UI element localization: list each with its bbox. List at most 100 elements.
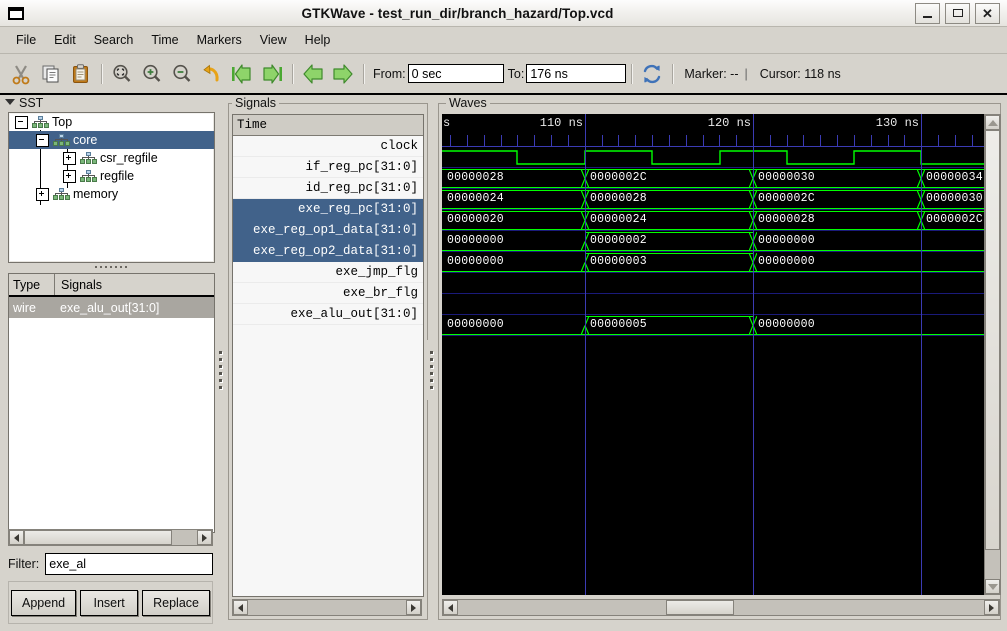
waves-vertical-scrollbar[interactable] <box>984 114 1001 595</box>
wave-row-exe-jmp-flg[interactable] <box>442 273 984 294</box>
scroll-left-arrow[interactable] <box>233 600 248 615</box>
go-end-icon[interactable] <box>259 61 285 87</box>
scroll-left-arrow[interactable] <box>443 600 458 615</box>
bus-value: 00000000 <box>447 255 504 268</box>
signal-name-exe-reg-pc[interactable]: exe_reg_pc[31:0] <box>233 199 423 220</box>
toolbar-separator <box>101 63 102 84</box>
scroll-track[interactable] <box>985 130 1000 579</box>
waves-horizontal-scrollbar[interactable] <box>442 599 1000 616</box>
wave-row-exe-reg-op1-data[interactable]: 00000000 00000002 00000000 <box>442 231 984 252</box>
zoom-fit-icon[interactable] <box>109 61 135 87</box>
pane-divider-right[interactable] <box>426 340 437 400</box>
pane-resize-handle[interactable] <box>8 263 213 271</box>
wave-row-id-reg-pc[interactable]: 00000024 00000028 0000002C 00000030 <box>442 189 984 210</box>
signal-name-exe-br-flg[interactable]: exe_br_flg <box>233 283 423 304</box>
menu-edit[interactable]: Edit <box>45 30 85 50</box>
tree-label: Top <box>52 115 73 129</box>
signal-type-list[interactable]: Type Signals wire exe_alu_out[31:0] <box>8 273 215 533</box>
scroll-track[interactable] <box>248 600 406 615</box>
scroll-track[interactable] <box>458 600 984 615</box>
wave-row-exe-br-flg[interactable] <box>442 294 984 315</box>
tree-node-csr-regfile[interactable]: csr_regfile <box>9 149 214 167</box>
scroll-track[interactable] <box>24 530 197 545</box>
sst-expander-icon[interactable] <box>5 99 15 105</box>
row-signal: exe_alu_out[31:0] <box>60 300 160 315</box>
scroll-right-arrow[interactable] <box>406 600 421 615</box>
signal-name-exe-alu-out[interactable]: exe_alu_out[31:0] <box>233 304 423 325</box>
menu-markers[interactable]: Markers <box>188 30 251 50</box>
sst-tree[interactable]: Top core csr_regfile regfile memory <box>8 112 215 263</box>
scroll-right-arrow[interactable] <box>984 600 999 615</box>
wave-row-if-reg-pc[interactable]: 00000028 0000002C 00000030 00000034 <box>442 168 984 189</box>
replace-button[interactable]: Replace <box>142 589 210 616</box>
bus-segment: 0000002C <box>753 190 921 209</box>
scroll-thumb[interactable] <box>24 530 172 545</box>
signals-name-list[interactable]: Time clock if_reg_pc[31:0] id_reg_pc[31:… <box>232 114 424 597</box>
cut-icon[interactable] <box>8 61 34 87</box>
waveform-canvas[interactable]: s 110 ns 120 ns 130 ns 00000028 0000002C… <box>442 114 984 595</box>
expander-plus-icon[interactable] <box>63 151 76 165</box>
expander-minus-icon[interactable] <box>15 115 28 129</box>
wave-row-exe-reg-pc[interactable]: 00000020 00000024 00000028 0000002C <box>442 210 984 231</box>
next-edge-icon[interactable] <box>330 61 356 87</box>
menu-help[interactable]: Help <box>296 30 340 50</box>
header-type: Type <box>13 277 41 292</box>
expander-plus-icon[interactable] <box>36 187 49 201</box>
maximize-button[interactable] <box>945 2 970 24</box>
insert-button[interactable]: Insert <box>80 589 139 616</box>
go-start-icon[interactable] <box>229 61 255 87</box>
module-icon <box>53 134 70 146</box>
pane-divider-left[interactable] <box>215 340 226 400</box>
module-icon <box>53 188 70 200</box>
scroll-thumb[interactable] <box>985 130 1000 550</box>
reload-icon[interactable] <box>639 61 665 87</box>
signal-name-exe-jmp-flg[interactable]: exe_jmp_flg <box>233 262 423 283</box>
wave-row-exe-reg-op2-data[interactable]: 00000000 00000003 00000000 <box>442 252 984 273</box>
copy-icon[interactable] <box>38 61 64 87</box>
ruler-tick-120: 120 ns <box>707 116 751 130</box>
list-item[interactable]: wire exe_alu_out[31:0] <box>9 297 214 318</box>
from-input[interactable]: 0 sec <box>407 64 504 83</box>
cursor-line[interactable] <box>585 135 586 595</box>
tree-node-regfile[interactable]: regfile <box>9 167 214 185</box>
scroll-left-arrow[interactable] <box>9 530 24 545</box>
tree-node-memory[interactable]: memory <box>9 185 214 203</box>
expander-minus-icon[interactable] <box>36 133 49 147</box>
signal-name-if-reg-pc[interactable]: if_reg_pc[31:0] <box>233 157 423 178</box>
bus-value: 00000028 <box>758 213 815 226</box>
signal-name-exe-reg-op1-data[interactable]: exe_reg_op1_data[31:0] <box>233 220 423 241</box>
wave-row-clock[interactable] <box>442 147 984 168</box>
scroll-thumb[interactable] <box>666 600 734 615</box>
signal-name-exe-reg-op2-data[interactable]: exe_reg_op2_data[31:0] <box>233 241 423 262</box>
menu-time[interactable]: Time <box>142 30 187 50</box>
signal-name-clock[interactable]: clock <box>233 136 423 157</box>
signal-name-id-reg-pc[interactable]: id_reg_pc[31:0] <box>233 178 423 199</box>
wave-row-exe-alu-out[interactable]: 00000000 00000005 00000000 <box>442 315 984 336</box>
scroll-right-arrow[interactable] <box>197 530 212 545</box>
time-ruler[interactable]: s 110 ns 120 ns 130 ns <box>442 114 984 135</box>
close-button[interactable]: ✕ <box>975 2 1000 24</box>
zoom-in-icon[interactable] <box>139 61 165 87</box>
filter-input[interactable]: exe_al <box>45 553 213 575</box>
expander-plus-icon[interactable] <box>63 169 76 183</box>
tree-node-core[interactable]: core <box>9 131 214 149</box>
append-button[interactable]: Append <box>11 589 77 616</box>
menu-view[interactable]: View <box>251 30 296 50</box>
scroll-down-arrow[interactable] <box>985 579 1000 594</box>
paste-icon[interactable] <box>68 61 94 87</box>
minimize-button[interactable] <box>915 2 940 24</box>
scroll-up-arrow[interactable] <box>985 115 1000 130</box>
zoom-undo-icon[interactable] <box>199 61 225 87</box>
to-input[interactable]: 176 ns <box>526 64 627 83</box>
bus-value: 00000020 <box>447 213 504 226</box>
prev-edge-icon[interactable] <box>300 61 326 87</box>
bus-value: 00000024 <box>590 213 647 226</box>
signals-horizontal-scrollbar[interactable] <box>232 599 422 616</box>
menu-search[interactable]: Search <box>85 30 143 50</box>
tree-node-top[interactable]: Top <box>9 113 214 131</box>
zoom-out-icon[interactable] <box>169 61 195 87</box>
menu-file[interactable]: File <box>7 30 45 50</box>
cursor-status: Cursor: 118 ns <box>759 66 841 81</box>
bus-segment: 00000024 <box>585 211 753 230</box>
left-horizontal-scrollbar[interactable] <box>8 529 213 546</box>
